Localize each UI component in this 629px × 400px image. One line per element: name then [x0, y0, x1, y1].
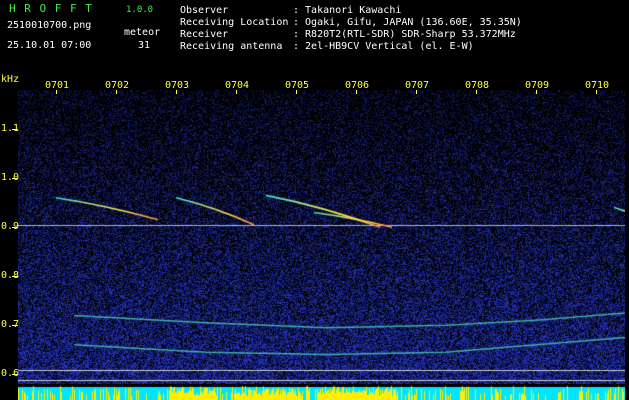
y-tick [12, 178, 18, 180]
x-tick-label: 0704 [225, 80, 250, 91]
x-tick [416, 90, 417, 94]
location-value: : Ogaki, Gifu, JAPAN (136.60E, 35.35N) [293, 17, 522, 28]
type-label: meteor [124, 27, 161, 38]
x-tick [236, 90, 237, 94]
spectrogram [18, 90, 625, 384]
x-tick [476, 90, 477, 94]
hroft-screen: { "header": { "app_name": "H R O F F T",… [0, 0, 629, 400]
x-tick [176, 90, 177, 94]
y-axis-unit: kHz [1, 74, 20, 85]
y-tick [12, 227, 18, 229]
app-version: 1.0.0 [126, 5, 154, 15]
x-tick-label: 0710 [585, 80, 610, 91]
x-tick-label: 0709 [525, 80, 550, 91]
y-tick [12, 374, 18, 376]
x-tick [356, 90, 357, 94]
x-tick-label: 0703 [165, 80, 190, 91]
x-tick-label: 0708 [465, 80, 490, 91]
signal-level-bar [18, 384, 625, 400]
y-tick [12, 129, 18, 131]
x-tick [596, 90, 597, 94]
x-tick-label: 0705 [285, 80, 310, 91]
y-tick [12, 276, 18, 278]
x-tick [56, 90, 57, 94]
x-tick-label: 0701 [45, 80, 70, 91]
event-count: 31 [138, 40, 151, 51]
x-tick-label: 0706 [345, 80, 370, 91]
file-name: 2510010700.png [7, 20, 92, 31]
receiver-value: : R820T2(RTL-SDR) SDR-Sharp 53.372MHz [293, 29, 516, 40]
y-tick [12, 325, 18, 327]
antenna-value: : 2el-HB9CV Vertical (el. E-W) [293, 41, 474, 52]
receiver-label: Receiver [180, 29, 229, 40]
x-tick [116, 90, 117, 94]
observer-label: Observer [180, 5, 229, 16]
antenna-label: Receiving antenna [180, 41, 283, 52]
x-tick [536, 90, 537, 94]
date-time: 25.10.01 07:00 [7, 40, 92, 51]
x-tick-label: 0707 [405, 80, 430, 91]
x-tick-label: 0702 [105, 80, 130, 91]
observer-value: : Takanori Kawachi [293, 5, 402, 16]
app-name: H R O F F T [9, 2, 93, 15]
location-label: Receiving Location [180, 17, 289, 28]
x-tick [296, 90, 297, 94]
